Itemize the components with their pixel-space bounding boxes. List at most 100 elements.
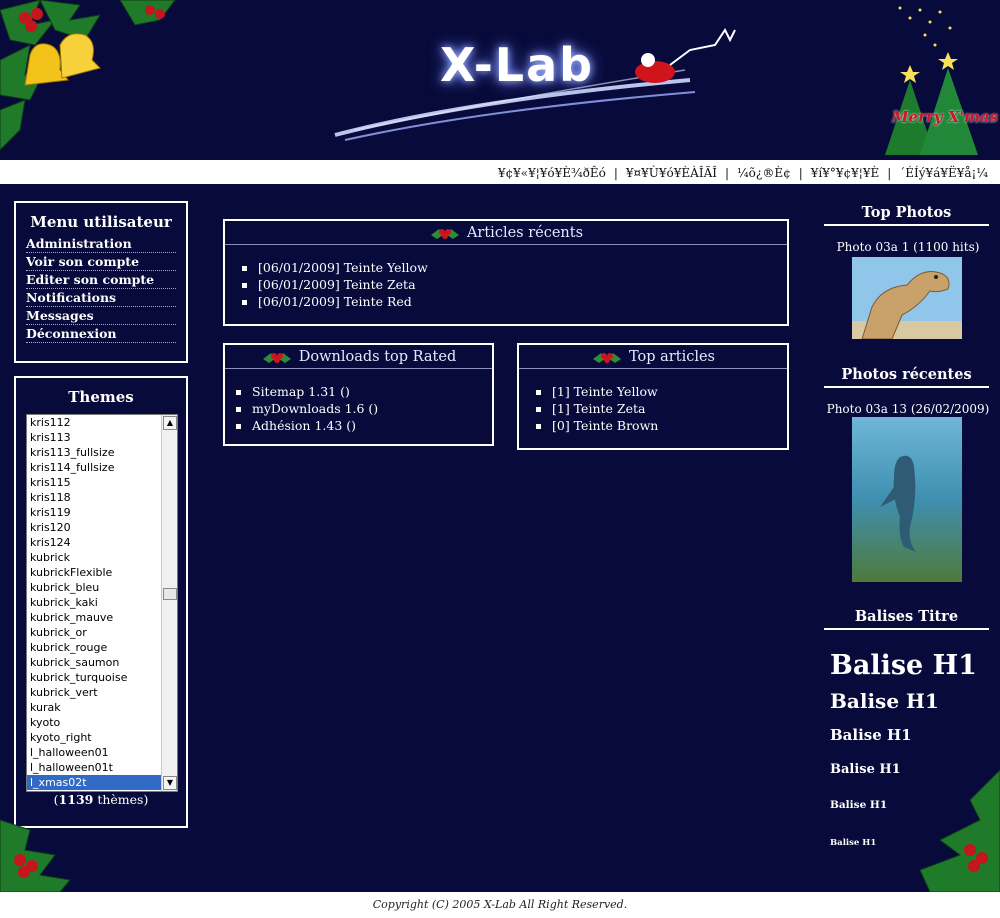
theme-option[interactable]: kubrick_or — [27, 625, 161, 640]
theme-option[interactable]: kris113_fullsize — [27, 445, 161, 460]
list-item[interactable]: [06/01/2009] Teinte Red — [242, 293, 787, 310]
theme-listbox[interactable]: kris112 kris113 kris113_fullsize kris114_fu… — [26, 414, 178, 792]
user-menu-box: Menu utilisateur Administration Voir son… — [14, 201, 188, 363]
theme-option[interactable]: kyoto_right — [27, 730, 161, 745]
holly-bottom-left-decoration — [0, 819, 71, 892]
nav-separator: | — [613, 166, 618, 180]
list-item[interactable]: [1] Teinte Yellow — [536, 383, 787, 400]
nav-separator: | — [798, 166, 803, 180]
downloads-list: Sitemap 1.31 () myDownloads 1.6 () Adhés… — [225, 383, 492, 434]
theme-option[interactable]: kris118 — [27, 490, 161, 505]
dolphin-photo[interactable] — [852, 417, 962, 582]
theme-option[interactable]: kris113 — [27, 430, 161, 445]
menu-item-label[interactable]: Déconnexion — [26, 326, 117, 341]
theme-option[interactable]: kurak — [27, 700, 161, 715]
top-photo-caption[interactable]: Photo 03a 1 (1100 hits) — [818, 240, 998, 254]
theme-option[interactable]: kubrick_bleu — [27, 580, 161, 595]
menu-item-label[interactable]: Voir son compte — [26, 254, 139, 269]
top-articles-title: Top articles — [629, 349, 715, 365]
theme-option[interactable]: kubrick_kaki — [27, 595, 161, 610]
nav-item-inbox[interactable]: ¼õ¿®È¢ — [737, 166, 791, 180]
scroll-down-arrow-icon[interactable]: ▼ — [163, 776, 177, 790]
recent-photo-caption[interactable]: Photo 03a 13 (26/02/2009) — [818, 402, 998, 416]
theme-option[interactable]: l_halloween01t — [27, 760, 161, 775]
menu-item-label[interactable]: Messages — [26, 308, 94, 323]
recent-photos-title: Photos récentes — [824, 366, 989, 388]
merry-xmas-text: Merry X'mas — [891, 108, 998, 126]
nav-item-account-info[interactable]: ¥¢¥«¥¦¥ó¥È¾ðÊó — [498, 166, 606, 180]
theme-scrollbar[interactable]: ▲ ▼ — [161, 415, 177, 791]
theme-option[interactable]: kubrick — [27, 550, 161, 565]
downloads-title: Downloads top Rated — [298, 349, 457, 365]
balises-title: Balises Titre — [824, 608, 989, 630]
list-item[interactable]: Adhésion 1.43 () — [236, 417, 492, 434]
themes-box: Themes kris112 kris113 kris113_fullsize kri… — [14, 376, 188, 828]
theme-option[interactable]: kubrick_rouge — [27, 640, 161, 655]
scroll-thumb[interactable] — [163, 588, 177, 600]
nav-separator: | — [887, 166, 892, 180]
menu-item-label[interactable]: Editer son compte — [26, 272, 154, 287]
nav-separator: | — [725, 166, 730, 180]
theme-option[interactable]: kris119 — [27, 505, 161, 520]
logo-text: X-Lab — [440, 38, 595, 92]
recent-articles-header: Articles récents — [225, 221, 787, 245]
theme-option[interactable]: kubrick_mauve — [27, 610, 161, 625]
nav-item-logout[interactable]: ¥í¥°¥¢¥¦¥È — [811, 166, 879, 180]
theme-option[interactable]: kubrick_saumon — [27, 655, 161, 670]
list-item[interactable]: [1] Teinte Zeta — [536, 400, 787, 417]
theme-options[interactable]: kris112 kris113 kris113_fullsize kris114_fu… — [27, 415, 161, 790]
theme-option[interactable]: kris120 — [27, 520, 161, 535]
menu-item-notifications[interactable]: Notifications — [26, 289, 176, 307]
list-item[interactable]: [06/01/2009] Teinte Zeta — [242, 276, 787, 293]
top-articles-list: [1] Teinte Yellow [1] Teinte Zeta [0] Te… — [519, 383, 787, 434]
top-articles-box: Top articles [1] Teinte Yellow [1] Teint… — [517, 343, 789, 450]
santa-sleigh-icon — [635, 28, 736, 83]
recent-articles-box: Articles récents [06/01/2009] Teinte Yel… — [223, 219, 789, 326]
theme-option[interactable]: kris112 — [27, 415, 161, 430]
list-item[interactable]: myDownloads 1.6 () — [236, 400, 492, 417]
list-item[interactable]: [06/01/2009] Teinte Yellow — [242, 259, 787, 276]
balise-h3-sample: Balise H1 — [830, 726, 912, 744]
christmas-tree-decoration — [885, 6, 978, 155]
scroll-up-arrow-icon[interactable]: ▲ — [163, 416, 177, 430]
theme-option[interactable]: kris114_fullsize — [27, 460, 161, 475]
menu-item-administration[interactable]: Administration — [26, 235, 176, 253]
menu-item-label[interactable]: Notifications — [26, 290, 116, 305]
balise-h2-sample: Balise H1 — [830, 689, 939, 713]
recent-articles-title: Articles récents — [466, 225, 584, 241]
theme-option[interactable]: kris115 — [27, 475, 161, 490]
nav-item-events[interactable]: ¥¤¥Ù¥ó¥ÈÀÎÃÎ — [626, 166, 717, 180]
holly-icon — [262, 353, 291, 363]
theme-option[interactable]: l_xmas02t — [27, 775, 161, 790]
themes-title: Themes — [68, 388, 134, 406]
holly-icon — [593, 353, 621, 363]
menu-item-label[interactable]: Administration — [26, 236, 132, 251]
top-photos-title: Top Photos — [824, 204, 989, 226]
holly-bottom-right-decoration — [919, 770, 1000, 892]
footer: Copyright (C) 2005 X-Lab All Right Reser… — [0, 892, 1000, 918]
user-menu-list: Administration Voir son compte Editer so… — [26, 235, 176, 343]
nav-item-admin-menu[interactable]: ´ÉÍý¥á¥Ë¥å¡¼ — [899, 166, 988, 180]
balise-h1-sample: Balise H1 — [830, 650, 977, 681]
camel-photo[interactable] — [852, 257, 962, 339]
list-item[interactable]: Sitemap 1.31 () — [236, 383, 492, 400]
theme-option[interactable]: l_halloween01 — [27, 745, 161, 760]
top-navigation-bar: ¥¢¥«¥¦¥ó¥È¾ðÊó | ¥¤¥Ù¥ó¥ÈÀÎÃÎ | ¼õ¿®È¢ | ¥í¥°¥… — [0, 160, 1000, 186]
top-articles-header: Top articles — [519, 345, 787, 369]
theme-option[interactable]: kubrick_turquoise — [27, 670, 161, 685]
menu-item-edit-account[interactable]: Editer son compte — [26, 271, 176, 289]
theme-option[interactable]: kris124 — [27, 535, 161, 550]
site-header: X-Lab Merry X'mas — [0, 0, 1000, 160]
menu-item-logout[interactable]: Déconnexion — [26, 325, 176, 343]
menu-item-view-account[interactable]: Voir son compte — [26, 253, 176, 271]
holly-bells-decoration — [0, 0, 176, 151]
theme-option[interactable]: kubrickFlexible — [27, 565, 161, 580]
menu-item-messages[interactable]: Messages — [26, 307, 176, 325]
downloads-top-rated-box: Downloads top Rated Sitemap 1.31 () myDo… — [223, 343, 494, 446]
recent-articles-list: [06/01/2009] Teinte Yellow [06/01/2009] … — [225, 259, 787, 310]
theme-option[interactable]: kubrick_vert — [27, 685, 161, 700]
list-item[interactable]: [0] Teinte Brown — [536, 417, 787, 434]
downloads-header: Downloads top Rated — [225, 345, 492, 369]
user-menu-title: Menu utilisateur — [30, 213, 172, 231]
theme-option[interactable]: kyoto — [27, 715, 161, 730]
